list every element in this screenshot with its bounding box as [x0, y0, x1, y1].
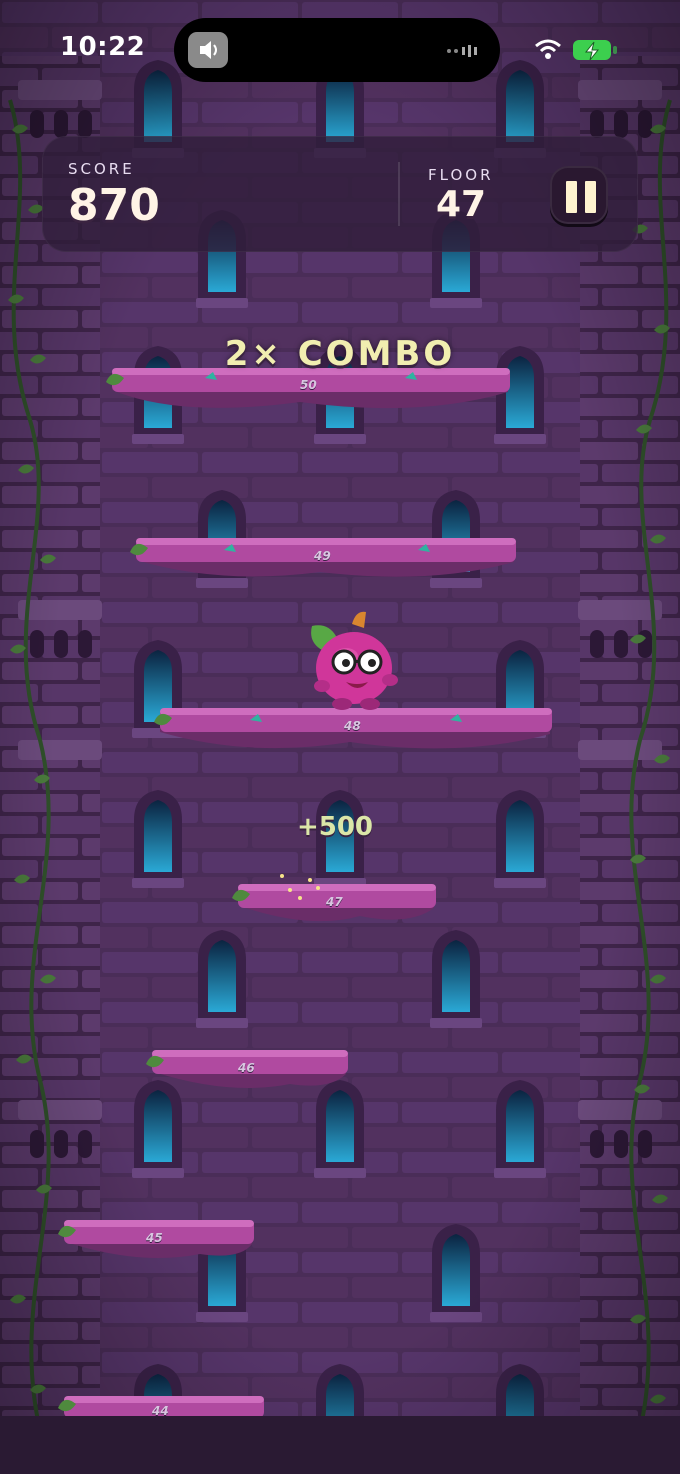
floor-value: 47: [436, 184, 487, 225]
platform-number-50: 50: [300, 378, 317, 392]
platform-number-46: 46: [238, 1061, 255, 1075]
hud-panel: SCORE 870 FLOOR 47: [42, 136, 638, 252]
bottom-safe-area: [0, 1416, 680, 1474]
combo-text: 2× COMBO: [224, 334, 456, 374]
status-time: 10:22: [60, 32, 146, 62]
pause-icon-bar-left: [564, 179, 579, 215]
dynamic-island: [174, 18, 500, 82]
player-character: [311, 611, 398, 710]
battery-charging-icon: [573, 40, 617, 61]
wifi-icon: [535, 39, 561, 59]
platform-number-48: 48: [344, 719, 361, 733]
platform-number-49: 49: [314, 549, 331, 563]
hud-divider: [398, 162, 400, 226]
floor-label: FLOOR: [428, 166, 494, 184]
status-bar: 10:22: [0, 0, 680, 100]
pause-button[interactable]: [550, 166, 608, 224]
score-popup: +500: [296, 812, 374, 842]
score-label: SCORE: [68, 160, 135, 178]
activity-dots-icon: [447, 45, 477, 57]
pause-icon-bar-right: [583, 179, 598, 215]
speaker-icon: [188, 32, 228, 68]
score-value: 870: [68, 180, 160, 231]
platform-number-47: 47: [326, 895, 343, 909]
platform-number-45: 45: [146, 1231, 163, 1245]
game-screen: { "status_bar": { "time": "10:22" }, "hu…: [0, 0, 680, 1474]
